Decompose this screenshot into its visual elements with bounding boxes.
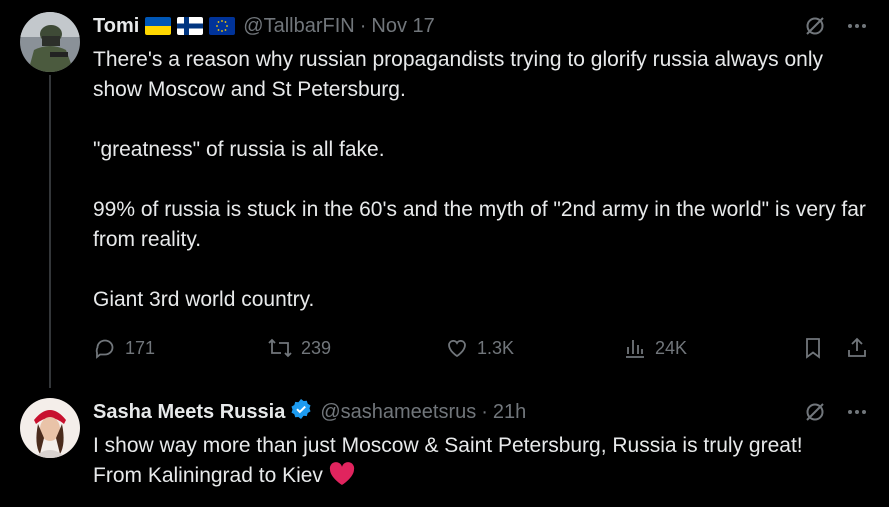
like-button[interactable]: 1.3K <box>445 333 514 363</box>
action-bar: 171 239 1.3K 24K <box>93 333 869 363</box>
eu-flag-icon <box>209 17 236 35</box>
reply-icon <box>93 336 117 360</box>
like-icon <box>445 336 469 360</box>
ukraine-flag-icon <box>145 17 172 35</box>
finland-flag-icon <box>177 17 204 35</box>
separator-dot: · <box>481 400 488 423</box>
view-count: 24K <box>655 337 688 358</box>
views-icon <box>623 336 647 360</box>
bookmark-icon <box>801 336 825 360</box>
tweet-paragraph: Giant 3rd world country. <box>93 288 315 311</box>
views-button[interactable]: 24K <box>623 333 687 363</box>
grok-icon[interactable] <box>803 400 827 424</box>
author-name[interactable]: Tomi <box>93 15 139 38</box>
tweet-paragraph: "greatness" of russia is all fake. <box>93 138 385 161</box>
tweet-text: I show way more than just Moscow & Saint… <box>93 431 873 495</box>
verified-badge-icon <box>290 398 312 426</box>
tweet-paragraph: 99% of russia is stuck in the 60's and t… <box>93 198 872 251</box>
timestamp[interactable]: Nov 17 <box>371 15 434 38</box>
repost-button[interactable]: 239 <box>267 333 331 363</box>
share-button[interactable] <box>845 333 869 363</box>
more-icon[interactable] <box>845 400 869 424</box>
tweet-line-text: From Kaliningrad to Kiev <box>93 464 323 487</box>
more-icon[interactable] <box>845 14 869 38</box>
author-handle[interactable]: @sashameetsrus <box>320 401 476 424</box>
red-heart-emoji-icon <box>329 462 355 495</box>
bookmark-button[interactable] <box>801 333 825 363</box>
grok-icon[interactable] <box>803 14 827 38</box>
avatar[interactable] <box>20 398 80 458</box>
tweet-paragraph: There's a reason why russian propagandis… <box>93 48 829 101</box>
tweet-line: From Kaliningrad to Kiev <box>93 461 873 495</box>
separator-dot: · <box>359 14 367 37</box>
author-handle[interactable]: @TallbarFIN <box>243 15 354 38</box>
like-count: 1.3K <box>477 337 515 358</box>
share-icon <box>845 336 869 360</box>
repost-count: 239 <box>301 337 332 358</box>
tweet-line: I show way more than just Moscow & Saint… <box>93 434 803 457</box>
reply-count: 171 <box>125 337 156 358</box>
avatar[interactable] <box>20 12 80 72</box>
tweet-text: There's a reason why russian propagandis… <box>93 45 873 315</box>
timestamp[interactable]: 21h <box>493 401 526 424</box>
repost-icon <box>267 336 293 360</box>
author-name[interactable]: Sasha Meets Russia <box>93 401 285 424</box>
thread-line <box>49 75 51 388</box>
reply-button[interactable]: 171 <box>93 333 155 363</box>
